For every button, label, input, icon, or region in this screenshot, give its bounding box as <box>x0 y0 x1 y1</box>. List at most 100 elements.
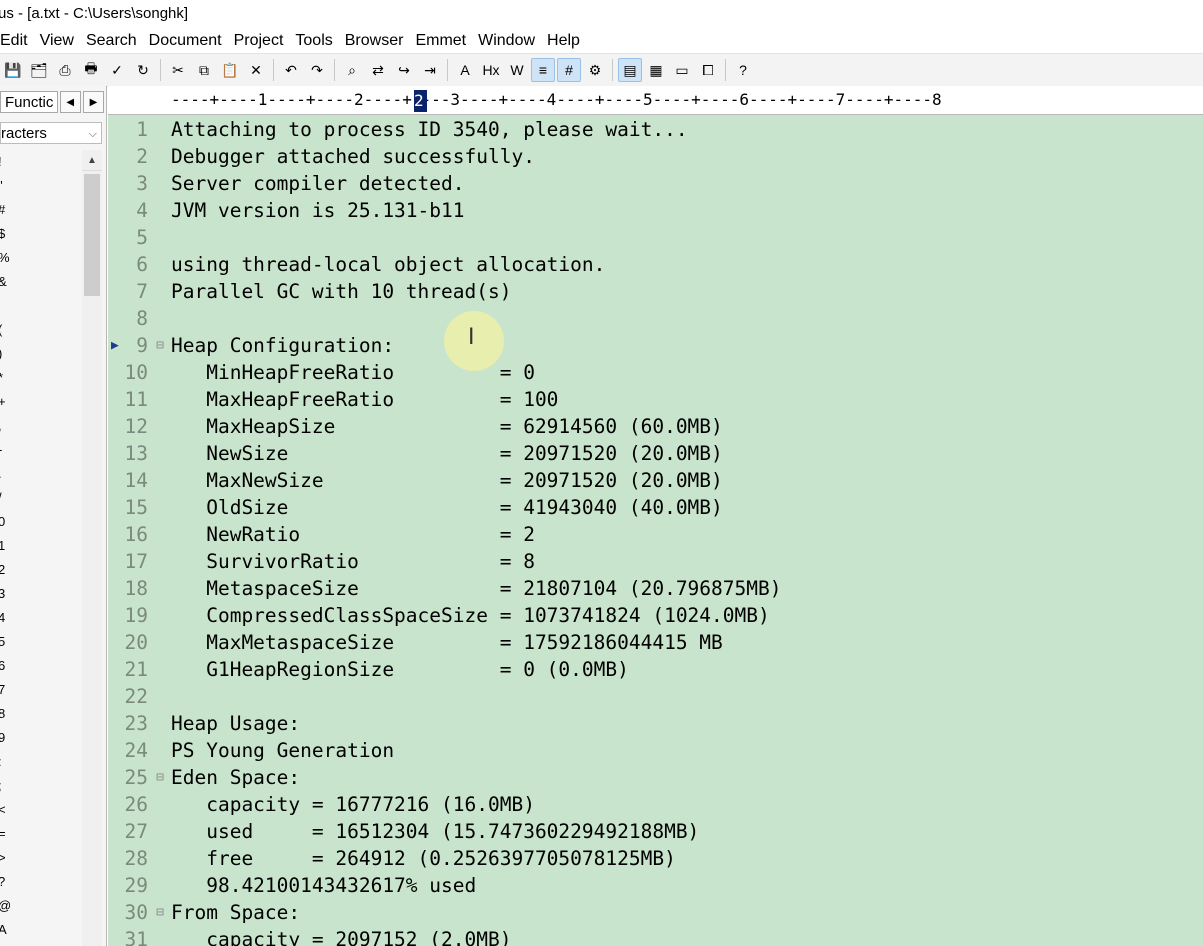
line-wrap-icon[interactable]: ≡ <box>531 58 555 82</box>
delete-icon[interactable]: ✕ <box>244 58 268 82</box>
character-item[interactable]: - <box>0 438 80 462</box>
fold-toggle-icon[interactable]: ⊟ <box>153 332 167 359</box>
editor-line[interactable]: 23 Heap Usage: <box>108 710 1203 737</box>
editor-line[interactable]: 22 <box>108 683 1203 710</box>
editor-line[interactable]: 27 used = 16512304 (15.747360229492188MB… <box>108 818 1203 845</box>
editor-line[interactable]: 12 MaxHeapSize = 62914560 (60.0MB) <box>108 413 1203 440</box>
character-item[interactable]: 2 <box>0 558 80 582</box>
character-item[interactable]: / <box>0 486 80 510</box>
find-icon[interactable]: ⌕ <box>340 58 364 82</box>
editor-line[interactable]: 3 Server compiler detected. <box>108 170 1203 197</box>
menu-window[interactable]: Window <box>472 28 541 53</box>
character-item[interactable]: @ <box>0 894 80 918</box>
character-item[interactable]: & <box>0 270 80 294</box>
editor-line[interactable]: 18 MetaspaceSize = 21807104 (20.796875MB… <box>108 575 1203 602</box>
menu-document[interactable]: Document <box>143 28 228 53</box>
print-icon[interactable]: 🖶 <box>79 58 103 82</box>
character-item[interactable]: . <box>0 462 80 486</box>
font-icon[interactable]: A <box>453 58 477 82</box>
character-item[interactable]: ! <box>0 150 80 174</box>
help-cursor-icon[interactable]: ? <box>731 58 755 82</box>
goto-icon[interactable]: ↪ <box>392 58 416 82</box>
character-item[interactable]: < <box>0 798 80 822</box>
editor-line[interactable]: 11 MaxHeapFreeRatio = 100 <box>108 386 1203 413</box>
hex-icon[interactable]: Hx <box>479 58 503 82</box>
reload-icon[interactable]: ↻ <box>131 58 155 82</box>
print-preview-icon[interactable]: ⎙ <box>53 58 77 82</box>
word-wrap-icon[interactable]: W <box>505 58 529 82</box>
character-item[interactable]: 7 <box>0 678 80 702</box>
editor-line[interactable]: 7 Parallel GC with 10 thread(s) <box>108 278 1203 305</box>
scroll-thumb[interactable] <box>84 174 100 296</box>
editor-line[interactable]: 31 capacity = 2097152 (2.0MB) <box>108 926 1203 946</box>
menu-emmet[interactable]: Emmet <box>409 28 472 53</box>
menu-project[interactable]: Project <box>228 28 290 53</box>
editor-line[interactable]: 5 <box>108 224 1203 251</box>
fold-toggle-icon[interactable]: ⊟ <box>153 764 167 791</box>
text-editor[interactable]: I 1 Attaching to process ID 3540, please … <box>108 115 1203 946</box>
editor-line[interactable]: 24 PS Young Generation <box>108 737 1203 764</box>
editor-line[interactable]: 10 MinHeapFreeRatio = 0 <box>108 359 1203 386</box>
editor-line[interactable]: 21 G1HeapRegionSize = 0 (0.0MB) <box>108 656 1203 683</box>
editor-line[interactable]: 4 JVM version is 25.131-b11 <box>108 197 1203 224</box>
character-item[interactable]: = <box>0 822 80 846</box>
menu-help[interactable]: Help <box>541 28 586 53</box>
character-item[interactable]: 0 <box>0 510 80 534</box>
editor-line[interactable]: 2 Debugger attached successfully. <box>108 143 1203 170</box>
character-item[interactable]: 1 <box>0 534 80 558</box>
editor-line[interactable]: 13 NewSize = 20971520 (20.0MB) <box>108 440 1203 467</box>
menu-edit[interactable]: Edit <box>0 28 34 53</box>
output-icon[interactable]: ▭ <box>670 58 694 82</box>
character-item[interactable]: : <box>0 750 80 774</box>
character-item[interactable]: $ <box>0 222 80 246</box>
editor-line[interactable]: 25 ⊟ Eden Space: <box>108 764 1203 791</box>
character-item[interactable]: ( <box>0 318 80 342</box>
editor-line[interactable]: ▶ 9 ⊟ Heap Configuration: <box>108 332 1203 359</box>
settings-icon[interactable]: ⚙ <box>583 58 607 82</box>
character-item[interactable]: ) <box>0 342 80 366</box>
character-item[interactable]: 5 <box>0 630 80 654</box>
paste-icon[interactable]: 📋 <box>218 58 242 82</box>
editor-line[interactable]: 26 capacity = 16777216 (16.0MB) <box>108 791 1203 818</box>
tab-scroll-right-icon[interactable]: ▶ <box>82 91 105 113</box>
fold-toggle-icon[interactable]: ⊟ <box>153 899 167 926</box>
editor-line[interactable]: 20 MaxMetaspaceSize = 17592186044415 MB <box>108 629 1203 656</box>
menu-view[interactable]: View <box>34 28 80 53</box>
clip-icon[interactable]: ⧠ <box>696 58 720 82</box>
editor-line[interactable]: 14 MaxNewSize = 20971520 (20.0MB) <box>108 467 1203 494</box>
character-item[interactable]: ; <box>0 774 80 798</box>
line-numbers-icon[interactable]: # <box>557 58 581 82</box>
menu-tools[interactable]: Tools <box>289 28 338 53</box>
character-item[interactable]: * <box>0 366 80 390</box>
editor-line[interactable]: 30 ⊟ From Space: <box>108 899 1203 926</box>
character-item[interactable]: % <box>0 246 80 270</box>
editor-line[interactable]: 1 Attaching to process ID 3540, please wa… <box>108 116 1203 143</box>
character-item[interactable]: # <box>0 198 80 222</box>
editor-line[interactable]: 15 OldSize = 41943040 (40.0MB) <box>108 494 1203 521</box>
cut-icon[interactable]: ✂ <box>166 58 190 82</box>
character-item[interactable]: ? <box>0 870 80 894</box>
redo-icon[interactable]: ↷ <box>305 58 329 82</box>
character-item[interactable]: 6 <box>0 654 80 678</box>
panel-dropdown[interactable]: racters ⌵ <box>0 122 102 144</box>
character-item[interactable]: 4 <box>0 606 80 630</box>
replace-icon[interactable]: ⇄ <box>366 58 390 82</box>
editor-line[interactable]: 29 98.42100143432617% used <box>108 872 1203 899</box>
character-item[interactable]: 8 <box>0 702 80 726</box>
panel-scrollbar[interactable]: ▲ <box>82 150 102 946</box>
character-item[interactable]: 9 <box>0 726 80 750</box>
tab-functions[interactable]: Functic <box>0 91 58 113</box>
character-item[interactable]: > <box>0 846 80 870</box>
editor-line[interactable]: 19 CompressedClassSpaceSize = 1073741824… <box>108 602 1203 629</box>
editor-line[interactable]: 8 <box>108 305 1203 332</box>
editor-line[interactable]: 6 using thread-local object allocation. <box>108 251 1203 278</box>
character-item[interactable]: A <box>0 918 80 942</box>
copy-icon[interactable]: ⧉ <box>192 58 216 82</box>
menu-search[interactable]: Search <box>80 28 143 53</box>
save-icon[interactable]: 💾 <box>1 58 25 82</box>
character-item[interactable]: , <box>0 414 80 438</box>
view-icon[interactable]: ▤ <box>618 58 642 82</box>
indent-icon[interactable]: ⇥ <box>418 58 442 82</box>
character-item[interactable]: + <box>0 390 80 414</box>
character-item[interactable]: " <box>0 174 80 198</box>
